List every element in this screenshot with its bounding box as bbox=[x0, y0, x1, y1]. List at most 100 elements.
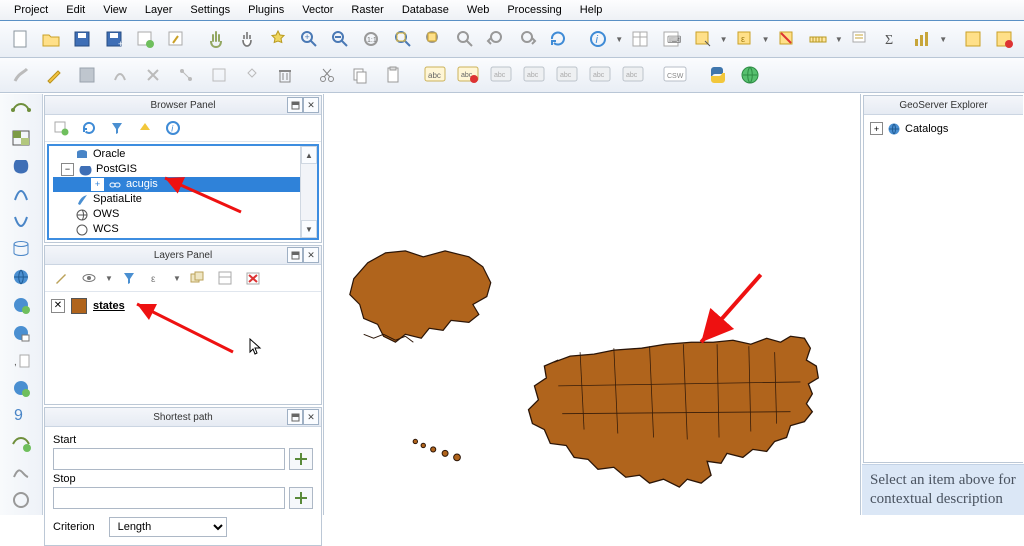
layers-list[interactable]: ✕ states bbox=[45, 292, 321, 404]
select-dropdown[interactable]: ▼ bbox=[720, 26, 728, 52]
add-csv-layer-button[interactable]: , bbox=[3, 348, 39, 373]
label-config-button[interactable]: abc bbox=[453, 60, 483, 90]
menu-layer[interactable]: Layer bbox=[137, 2, 181, 18]
cut-button[interactable] bbox=[312, 60, 342, 90]
layers-style-button[interactable] bbox=[49, 266, 73, 290]
layers-remove-button[interactable] bbox=[241, 266, 265, 290]
add-vector-layer-button[interactable] bbox=[3, 98, 39, 123]
menu-processing[interactable]: Processing bbox=[499, 2, 569, 18]
edit-toggle-button[interactable] bbox=[39, 60, 69, 90]
zoom-to-layer-button[interactable] bbox=[451, 24, 479, 54]
browser-refresh-button[interactable] bbox=[77, 116, 101, 140]
layers-visibility-dropdown[interactable]: ▼ bbox=[105, 265, 113, 291]
add-postgis-layer-button[interactable] bbox=[3, 154, 39, 179]
browser-tree[interactable]: Oracle − PostGIS + acugis SpatiaLit bbox=[47, 144, 319, 240]
expand-minus-icon[interactable]: − bbox=[61, 163, 74, 176]
zoom-next-button[interactable] bbox=[513, 24, 541, 54]
menu-project[interactable]: Project bbox=[6, 2, 56, 18]
new-project-button[interactable] bbox=[6, 24, 34, 54]
add-spatialite-layer-button[interactable] bbox=[3, 181, 39, 206]
measure-button[interactable] bbox=[804, 24, 832, 54]
grey-tool-c[interactable] bbox=[204, 60, 234, 90]
browser-undock-button[interactable] bbox=[287, 97, 303, 113]
select-button[interactable] bbox=[688, 24, 716, 54]
node-tool-button[interactable] bbox=[171, 60, 201, 90]
layers-expand-button[interactable] bbox=[213, 266, 237, 290]
tree-item-oracle[interactable]: Oracle bbox=[53, 147, 313, 162]
label-change-button[interactable]: abc bbox=[585, 60, 615, 90]
tool-9[interactable]: 9 bbox=[3, 404, 39, 429]
new-shapefile-button[interactable] bbox=[3, 432, 39, 457]
save-button[interactable] bbox=[68, 24, 96, 54]
browser-filter-button[interactable] bbox=[105, 116, 129, 140]
geoserver-tree[interactable]: + Catalogs bbox=[864, 115, 1023, 462]
scroll-down-icon[interactable]: ▼ bbox=[301, 220, 317, 238]
add-mssql-layer-button[interactable] bbox=[3, 209, 39, 234]
menu-settings[interactable]: Settings bbox=[182, 2, 238, 18]
stats-button[interactable] bbox=[908, 24, 936, 54]
python-console-button[interactable] bbox=[702, 60, 732, 90]
add-wfs-layer-button[interactable] bbox=[3, 320, 39, 345]
tree-item-ows[interactable]: OWS bbox=[53, 207, 313, 222]
menu-web[interactable]: Web bbox=[459, 2, 497, 18]
layers-filter-button[interactable] bbox=[117, 266, 141, 290]
delete-button[interactable] bbox=[270, 60, 300, 90]
zoom-full-button[interactable] bbox=[388, 24, 416, 54]
save-edits-button[interactable] bbox=[72, 60, 102, 90]
label-abc-button[interactable]: abc bbox=[420, 60, 450, 90]
zoom-in-button[interactable]: + bbox=[295, 24, 323, 54]
copy-button[interactable] bbox=[345, 60, 375, 90]
add-virtual-layer-button[interactable] bbox=[3, 376, 39, 401]
map-canvas[interactable] bbox=[324, 94, 861, 515]
expand-plus-icon[interactable]: + bbox=[870, 122, 883, 135]
label-move-button[interactable]: abc bbox=[519, 60, 549, 90]
scroll-up-icon[interactable]: ▲ bbox=[301, 146, 317, 164]
menu-plugins[interactable]: Plugins bbox=[240, 2, 292, 18]
paste-button[interactable] bbox=[378, 60, 408, 90]
tree-item-wcs[interactable]: WCS bbox=[53, 222, 313, 237]
select-by-expression-button[interactable]: ε bbox=[731, 24, 759, 54]
globe-green-button[interactable] bbox=[735, 60, 765, 90]
add-raster-layer-button[interactable] bbox=[3, 126, 39, 151]
browser-scrollbar[interactable]: ▲ ▼ bbox=[300, 146, 317, 238]
expand-plus-icon[interactable]: + bbox=[91, 178, 104, 191]
sp-stop-pick-button[interactable] bbox=[289, 487, 313, 509]
sp-close-button[interactable]: ✕ bbox=[303, 409, 319, 425]
menu-raster[interactable]: Raster bbox=[343, 2, 391, 18]
layers-group-button[interactable] bbox=[185, 266, 209, 290]
field-calc-button[interactable]: ⌨ bbox=[657, 24, 685, 54]
grey-tool-d[interactable] bbox=[237, 60, 267, 90]
menu-vector[interactable]: Vector bbox=[294, 2, 341, 18]
zoom-out-button[interactable] bbox=[326, 24, 354, 54]
refresh-button[interactable] bbox=[544, 24, 572, 54]
composer-manager-button[interactable] bbox=[162, 24, 190, 54]
layers-expr-dropdown[interactable]: ▼ bbox=[173, 265, 181, 291]
new-gpx-button[interactable] bbox=[3, 487, 39, 512]
layers-undock-button[interactable] bbox=[287, 247, 303, 263]
identify-button[interactable]: i bbox=[584, 24, 612, 54]
measure-dropdown[interactable]: ▼ bbox=[835, 26, 843, 52]
pan-to-selection-button[interactable] bbox=[264, 24, 292, 54]
select-expr-dropdown[interactable]: ▼ bbox=[762, 26, 770, 52]
zoom-last-button[interactable] bbox=[482, 24, 510, 54]
open-project-button[interactable] bbox=[37, 24, 65, 54]
open-attribute-table-button[interactable] bbox=[626, 24, 654, 54]
save-as-button[interactable]: + bbox=[99, 24, 127, 54]
add-oracle-layer-button[interactable] bbox=[3, 237, 39, 262]
brush-grey-a[interactable] bbox=[6, 60, 36, 90]
browser-add-button[interactable] bbox=[49, 116, 73, 140]
tree-item-postgis[interactable]: − PostGIS bbox=[53, 162, 313, 177]
tool-yellow-a[interactable] bbox=[959, 24, 987, 54]
identify-dropdown[interactable]: ▼ bbox=[615, 26, 623, 52]
new-geopackage-button[interactable] bbox=[3, 459, 39, 484]
add-feature-button[interactable] bbox=[105, 60, 135, 90]
bookmarks-button[interactable]: Σ bbox=[877, 24, 905, 54]
stats-dropdown[interactable]: ▼ bbox=[939, 26, 947, 52]
pan-button[interactable] bbox=[233, 24, 261, 54]
sp-start-input[interactable] bbox=[53, 448, 285, 470]
menu-help[interactable]: Help bbox=[572, 2, 611, 18]
layer-checkbox[interactable]: ✕ bbox=[51, 299, 65, 313]
add-wcs-layer-button[interactable] bbox=[3, 293, 39, 318]
deselect-button[interactable] bbox=[773, 24, 801, 54]
new-composer-button[interactable] bbox=[131, 24, 159, 54]
